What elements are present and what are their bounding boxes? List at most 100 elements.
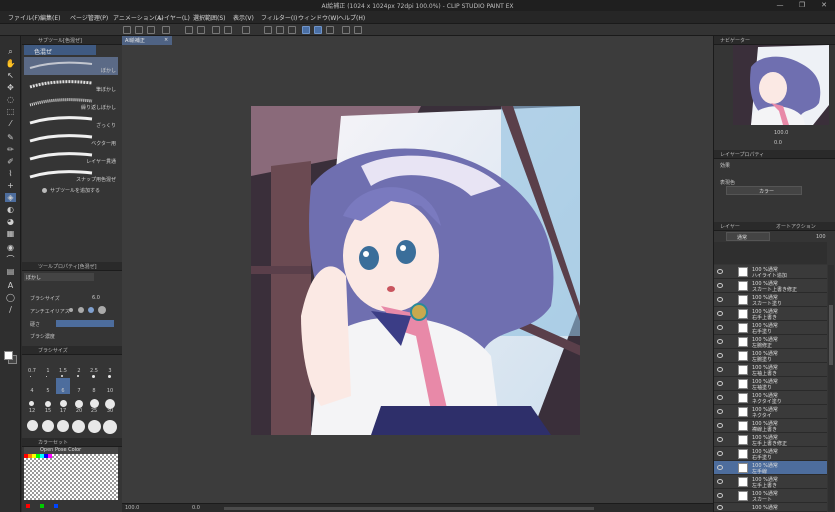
eye-icon[interactable] bbox=[717, 297, 723, 302]
eye-icon[interactable] bbox=[717, 269, 723, 274]
layer-row[interactable]: 100 %通常 ネクタイ塗り bbox=[714, 391, 827, 405]
layer-scrollbar[interactable] bbox=[828, 265, 834, 512]
add-subtool-button[interactable]: サブツールを追加する bbox=[50, 187, 100, 194]
text-tool-icon[interactable]: A bbox=[5, 281, 16, 290]
fill-bucket-icon[interactable]: ◕ bbox=[5, 217, 16, 226]
size-preset[interactable]: 25 bbox=[88, 408, 100, 414]
layer-row[interactable]: 100 %通常 ネクタイ bbox=[714, 405, 827, 419]
layer-row[interactable]: 100 %通常 右手塗り bbox=[714, 321, 827, 335]
color-swatch[interactable] bbox=[26, 504, 30, 508]
menu-animation[interactable]: アニメーション(A) bbox=[113, 13, 164, 22]
layer-row[interactable]: 100 %通常 左袖上書き bbox=[714, 363, 827, 377]
color-swatch[interactable] bbox=[48, 454, 52, 458]
frame-border-icon[interactable]: ⌒ bbox=[5, 255, 16, 264]
size-preset[interactable]: 8 bbox=[88, 388, 100, 394]
menu-help[interactable]: ヘルプ(H) bbox=[338, 13, 365, 22]
navigator-preview[interactable] bbox=[733, 45, 829, 125]
blend-tool-icon[interactable]: ◈ bbox=[5, 193, 16, 202]
menu-window[interactable]: ウィンドウ(W) bbox=[298, 13, 339, 22]
horizontal-scrollbar[interactable] bbox=[224, 507, 594, 510]
expression-color-select[interactable]: カラー bbox=[726, 186, 802, 195]
assets-icon[interactable] bbox=[354, 26, 362, 34]
zoom-tool-icon[interactable]: ⌕ bbox=[5, 47, 16, 56]
layer-row[interactable]: 100 %通常 左手上書き bbox=[714, 475, 827, 489]
antialias-weak[interactable] bbox=[78, 307, 84, 313]
close-button[interactable]: ✕ bbox=[813, 0, 835, 11]
subtool-item-rough[interactable]: ざっくり bbox=[24, 112, 118, 130]
redo-icon[interactable] bbox=[197, 26, 205, 34]
eye-icon[interactable] bbox=[717, 367, 723, 372]
transform-icon[interactable] bbox=[242, 26, 250, 34]
layer-row[interactable]: 100 %通常 スカート上書き修正 bbox=[714, 279, 827, 293]
save-icon[interactable] bbox=[147, 26, 155, 34]
size-preset[interactable]: 3 bbox=[104, 368, 116, 374]
eye-icon[interactable] bbox=[717, 493, 723, 498]
size-preset[interactable]: 17 bbox=[57, 408, 69, 414]
canvas-area[interactable]: AI絵補正 × 100.0 0.0 bbox=[122, 36, 713, 512]
lasso-tool-icon[interactable]: ◌ bbox=[5, 95, 16, 104]
hardness-slider[interactable] bbox=[56, 320, 114, 327]
auto-action-tab[interactable]: オートアクション bbox=[776, 223, 816, 230]
size-preset[interactable]: 10 bbox=[104, 388, 116, 394]
fill-icon[interactable] bbox=[224, 26, 232, 34]
eye-icon[interactable] bbox=[717, 353, 723, 358]
eye-icon[interactable] bbox=[717, 339, 723, 344]
snap-ruler-icon[interactable] bbox=[302, 26, 310, 34]
layer-row[interactable]: 100 %通常 ハイライト追加 bbox=[714, 265, 827, 279]
main-color-swatch[interactable] bbox=[4, 351, 13, 360]
selection-pen-icon[interactable]: ⬚ bbox=[5, 107, 16, 116]
color-swatch[interactable] bbox=[54, 504, 58, 508]
layer-row[interactable]: 100 %通常 左袖塗り bbox=[714, 377, 827, 391]
new-file-icon[interactable] bbox=[123, 26, 131, 34]
layer-row[interactable]: 100 %通常 襟線上書き bbox=[714, 419, 827, 433]
layer-row[interactable]: 100 %通常 左手上書き修正 bbox=[714, 433, 827, 447]
navigator-zoom[interactable]: 100.0 bbox=[774, 130, 788, 136]
blend-mode-select[interactable]: 通常 bbox=[726, 232, 770, 241]
snap-grid-icon[interactable] bbox=[326, 26, 334, 34]
layer-row[interactable]: 100 %通常 左腕修正 bbox=[714, 335, 827, 349]
layer-row[interactable]: 100 %通常 左腕塗り bbox=[714, 349, 827, 363]
size-preset[interactable]: 2.5 bbox=[88, 368, 100, 374]
color-set-selector[interactable]: Open Pose Color bbox=[24, 447, 118, 454]
eye-icon[interactable] bbox=[717, 465, 723, 470]
menu-file[interactable]: ファイル(F) bbox=[8, 13, 40, 22]
layer-row[interactable]: 100 %通常 スカート塗り bbox=[714, 293, 827, 307]
undo-icon[interactable] bbox=[185, 26, 193, 34]
brush-tool-icon[interactable]: ✐ bbox=[5, 157, 16, 166]
menu-filter[interactable]: フィルター(I) bbox=[261, 13, 297, 22]
subtool-item-repeat-blur[interactable]: 繰り返しぼかし bbox=[24, 94, 118, 112]
pen-tool-icon[interactable]: ✎ bbox=[5, 133, 16, 142]
eye-icon[interactable] bbox=[717, 437, 723, 442]
document-tab[interactable]: AI絵補正 × bbox=[122, 36, 172, 45]
eye-icon[interactable] bbox=[717, 325, 723, 330]
snap-guide-icon[interactable] bbox=[314, 26, 322, 34]
select-all-icon[interactable] bbox=[264, 26, 272, 34]
antialias-strong[interactable] bbox=[98, 306, 106, 314]
size-preset[interactable]: 1.5 bbox=[57, 368, 69, 374]
layer-row[interactable]: 100 %通常 右手塗り bbox=[714, 447, 827, 461]
subtool-item-vector[interactable]: ベクター用 bbox=[24, 130, 118, 148]
subtool-item-brush-blur[interactable]: 筆ぼかし bbox=[24, 76, 118, 94]
navigator-rotation[interactable]: 0.0 bbox=[774, 140, 782, 146]
rotation-angle[interactable]: 0.0 bbox=[192, 505, 200, 511]
color-swatch-grid[interactable] bbox=[24, 454, 118, 500]
object-tool-icon[interactable]: ↖ bbox=[5, 71, 16, 80]
layer-opacity[interactable]: 100 bbox=[816, 234, 826, 240]
clear-icon[interactable] bbox=[212, 26, 220, 34]
size-preset[interactable]: 1 bbox=[42, 368, 54, 374]
antialias-none[interactable] bbox=[69, 308, 73, 312]
scrollbar-thumb[interactable] bbox=[829, 305, 833, 365]
settings-icon[interactable] bbox=[162, 26, 170, 34]
menu-edit[interactable]: 編集(E) bbox=[40, 13, 60, 22]
eye-icon[interactable] bbox=[717, 409, 723, 414]
antialias-medium[interactable] bbox=[88, 307, 94, 313]
eye-icon[interactable] bbox=[717, 423, 723, 428]
size-preset[interactable]: 4 bbox=[26, 388, 38, 394]
eye-icon[interactable] bbox=[717, 395, 723, 400]
color-swatch[interactable] bbox=[40, 504, 44, 508]
decoration-icon[interactable]: + bbox=[5, 181, 16, 190]
eyedropper-icon[interactable]: ⁄ bbox=[5, 119, 16, 128]
subtool-item-blur[interactable]: ぼかし bbox=[24, 57, 118, 75]
correct-line-icon[interactable]: ∕ bbox=[5, 305, 16, 314]
menu-page[interactable]: ページ管理(P) bbox=[70, 13, 108, 22]
